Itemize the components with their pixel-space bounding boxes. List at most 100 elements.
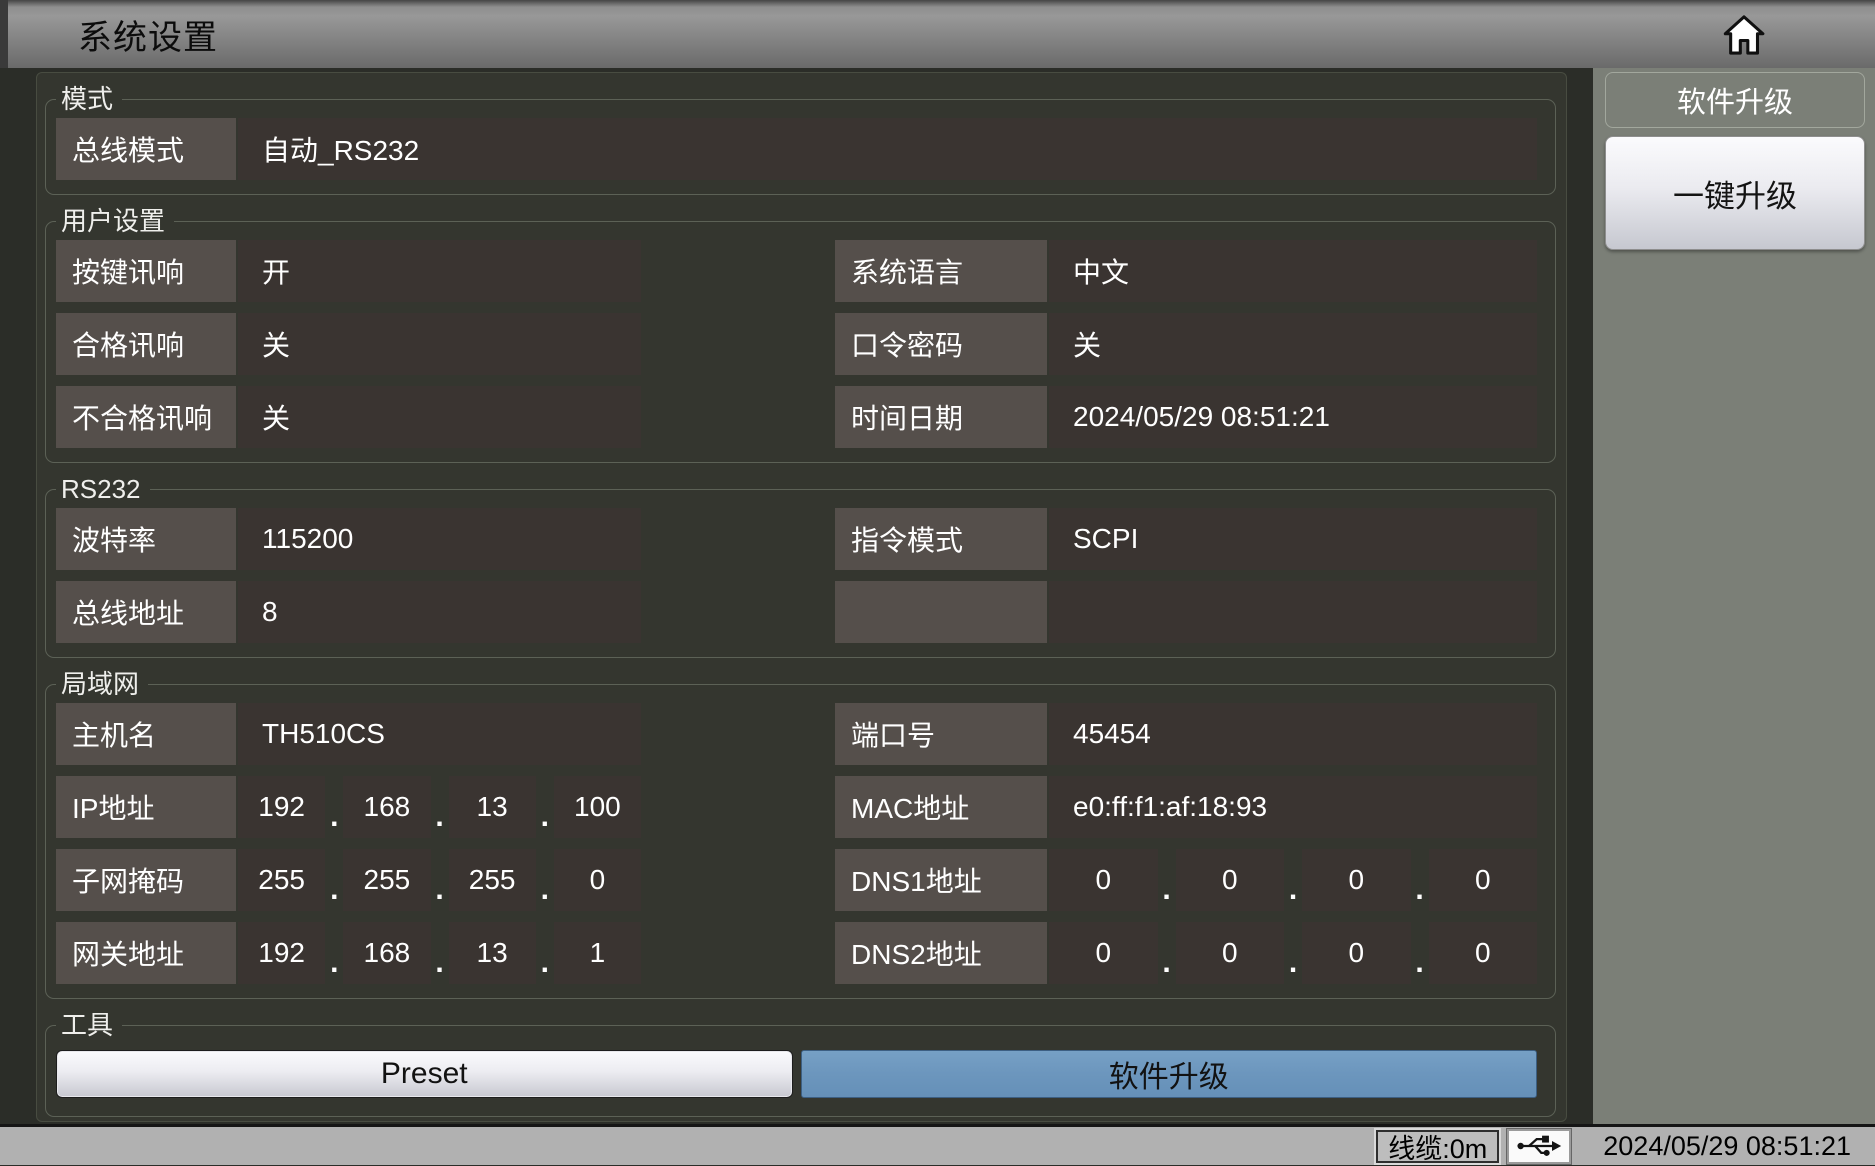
baud-rate-value[interactable]: 115200 [238,508,641,570]
key-beep-row: 按键讯响 开 [56,240,641,302]
section-user-settings: 用户设置 按键讯响 开 合格讯响 关 不合格讯响 关 [45,221,1556,463]
subnet-mask-octet[interactable]: 0 [554,849,641,911]
ip-dot: . [1411,849,1429,911]
port-value[interactable]: 45454 [1049,703,1537,765]
ip-address-label: IP地址 [56,776,236,838]
ip-dot: . [431,849,449,911]
page-title: 系统设置 [78,10,218,59]
empty-label [835,581,1047,643]
password-value[interactable]: 关 [1049,313,1537,375]
dns2-octet[interactable]: 0 [1049,922,1158,984]
ip-dot: . [536,776,554,838]
ip-dot: . [1158,849,1176,911]
dns1-octet[interactable]: 0 [1176,849,1285,911]
fail-beep-label: 不合格讯响 [56,386,236,448]
dns1-row: DNS1地址 0 . 0 . 0 . 0 [835,849,1537,911]
one-key-upgrade-button[interactable]: 一键升级 [1605,136,1865,250]
dns2-octet[interactable]: 0 [1176,922,1285,984]
datetime-value[interactable]: 2024/05/29 08:51:21 [1049,386,1537,448]
gateway-octet[interactable]: 1 [554,922,641,984]
section-rs232: RS232 波特率 115200 总线地址 8 指令模式 SCPI [45,489,1556,658]
ip-dot: . [536,922,554,984]
pass-beep-row: 合格讯响 关 [56,313,641,375]
content-area: 模式 总线模式 自动_RS232 用户设置 按键讯响 开 合格讯响 关 [0,68,1875,1124]
ip-address-octet[interactable]: 168 [343,776,430,838]
dns1-octet[interactable]: 0 [1302,849,1411,911]
bus-mode-value[interactable]: 自动_RS232 [238,118,1537,180]
pass-beep-value[interactable]: 关 [238,313,641,375]
port-row: 端口号 45454 [835,703,1537,765]
key-beep-label: 按键讯响 [56,240,236,302]
empty-value [1049,581,1537,643]
home-button[interactable] [1715,7,1773,63]
section-mode-legend: 模式 [56,83,122,115]
subnet-mask-octet[interactable]: 255 [238,849,325,911]
section-tools-legend: 工具 [56,1009,122,1041]
dns2-row: DNS2地址 0 . 0 . 0 . 0 [835,922,1537,984]
softkey-sidebar: 软件升级 一键升级 [1593,68,1875,1124]
hostname-value[interactable]: TH510CS [238,703,641,765]
command-mode-row: 指令模式 SCPI [835,508,1537,570]
key-beep-value[interactable]: 开 [238,240,641,302]
dns2-octet[interactable]: 0 [1429,922,1538,984]
datetime-row: 时间日期 2024/05/29 08:51:21 [835,386,1537,448]
bus-address-row: 总线地址 8 [56,581,641,643]
statusbar: 线缆:0m 2024/05/29 08:51:21 [0,1124,1875,1165]
ip-dot: . [1158,922,1176,984]
ip-dot: . [325,776,343,838]
gateway-row: 网关地址 192 . 168 . 13 . 1 [56,922,641,984]
gateway-octet[interactable]: 13 [449,922,536,984]
language-value[interactable]: 中文 [1049,240,1537,302]
statusbar-datetime: 2024/05/29 08:51:21 [1603,1131,1851,1162]
settings-panel: 模式 总线模式 自动_RS232 用户设置 按键讯响 开 合格讯响 关 [36,72,1567,1122]
bus-address-value[interactable]: 8 [238,581,641,643]
ip-address-octet[interactable]: 192 [238,776,325,838]
usb-icon [1515,1133,1563,1159]
language-label: 系统语言 [835,240,1047,302]
hostname-label: 主机名 [56,703,236,765]
dns2-octet[interactable]: 0 [1302,922,1411,984]
section-lan-legend: 局域网 [56,668,148,700]
fail-beep-value[interactable]: 关 [238,386,641,448]
ip-address-row: IP地址 192 . 168 . 13 . 100 [56,776,641,838]
ip-dot: . [431,776,449,838]
ip-dot: . [1284,922,1302,984]
section-user-settings-legend: 用户设置 [56,205,174,237]
ip-dot: . [431,922,449,984]
dns1-octet[interactable]: 0 [1429,849,1538,911]
empty-row [835,581,1537,643]
software-upgrade-button[interactable]: 软件升级 [801,1050,1538,1098]
subnet-mask-label: 子网掩码 [56,849,236,911]
home-icon [1721,9,1767,61]
gateway-octet[interactable]: 168 [343,922,430,984]
preset-button[interactable]: Preset [56,1050,793,1098]
port-label: 端口号 [835,703,1047,765]
dns2-label: DNS2地址 [835,922,1047,984]
dns1-label: DNS1地址 [835,849,1047,911]
ip-address-octet[interactable]: 13 [449,776,536,838]
mac-label: MAC地址 [835,776,1047,838]
subnet-mask-octet[interactable]: 255 [449,849,536,911]
hostname-row: 主机名 TH510CS [56,703,641,765]
ip-dot: . [1284,849,1302,911]
password-row: 口令密码 关 [835,313,1537,375]
ip-dot: . [1411,922,1429,984]
command-mode-label: 指令模式 [835,508,1047,570]
usb-indicator [1507,1129,1571,1164]
pass-beep-label: 合格讯响 [56,313,236,375]
password-label: 口令密码 [835,313,1047,375]
gateway-label: 网关地址 [56,922,236,984]
bus-mode-label: 总线模式 [56,118,236,180]
ip-dot: . [325,849,343,911]
section-tools: 工具 Preset 软件升级 [45,1025,1556,1117]
subnet-mask-octet[interactable]: 255 [343,849,430,911]
command-mode-value[interactable]: SCPI [1049,508,1537,570]
ip-dot: . [325,922,343,984]
bus-address-label: 总线地址 [56,581,236,643]
dns1-octet[interactable]: 0 [1049,849,1158,911]
gateway-octet[interactable]: 192 [238,922,325,984]
datetime-label: 时间日期 [835,386,1047,448]
mac-row: MAC地址 e0:ff:f1:af:18:93 [835,776,1537,838]
ip-address-octet[interactable]: 100 [554,776,641,838]
section-lan: 局域网 主机名 TH510CS IP地址 192 . 168 . [45,684,1556,999]
